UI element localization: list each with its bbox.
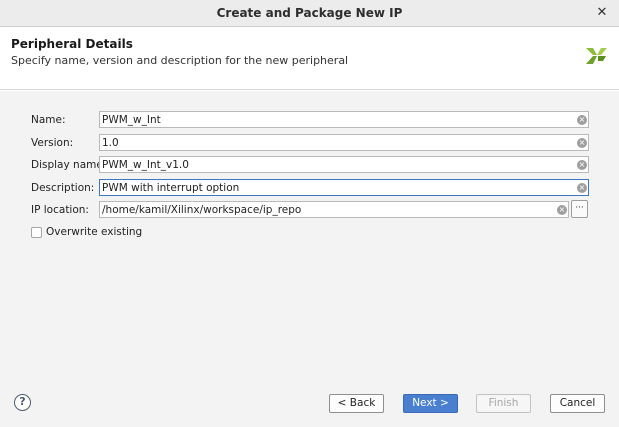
description-label: Description: — [31, 182, 95, 194]
finish-button: Finish — [476, 394, 531, 413]
version-field-box: × — [99, 134, 589, 151]
display-name-label: Display name: — [31, 159, 107, 171]
name-label: Name: — [31, 114, 66, 126]
page-title: Peripheral Details — [11, 37, 133, 51]
ip-location-label: IP location: — [31, 204, 89, 216]
description-row: Description: × — [0, 179, 619, 197]
description-field[interactable] — [102, 181, 572, 195]
name-field[interactable] — [102, 113, 572, 127]
title-bar: Create and Package New IP ✕ — [0, 0, 619, 27]
window-title: Create and Package New IP — [216, 6, 403, 20]
version-field[interactable] — [102, 136, 572, 150]
page-header: Peripheral Details Specify name, version… — [0, 27, 619, 90]
form-area: Name: × Version: × Display name: × Descr… — [0, 91, 619, 427]
cancel-button[interactable]: Cancel — [550, 394, 605, 413]
clear-version-icon[interactable]: × — [577, 138, 587, 148]
display-name-field[interactable] — [102, 158, 572, 172]
back-button[interactable]: < Back — [329, 394, 384, 413]
name-row: Name: × — [0, 111, 619, 129]
browse-button[interactable]: ··· — [571, 200, 588, 218]
clear-display-name-icon[interactable]: × — [577, 160, 587, 170]
close-icon[interactable]: ✕ — [594, 4, 610, 22]
version-row: Version: × — [0, 134, 619, 152]
description-field-box: × — [99, 179, 589, 196]
xilinx-logo-icon — [586, 48, 607, 64]
clear-ip-location-icon[interactable]: × — [557, 205, 567, 215]
page-subtitle: Specify name, version and description fo… — [11, 54, 349, 67]
clear-name-icon[interactable]: × — [577, 115, 587, 125]
display-name-row: Display name: × — [0, 156, 619, 174]
version-label: Version: — [31, 137, 74, 149]
help-icon[interactable]: ? — [14, 394, 31, 411]
ip-location-row: IP location: × ··· — [0, 200, 619, 219]
ip-location-field[interactable] — [102, 203, 554, 217]
overwrite-checkbox[interactable] — [31, 227, 42, 238]
next-button[interactable]: Next > — [403, 394, 458, 413]
display-name-field-box: × — [99, 156, 589, 173]
ip-location-field-box: × — [99, 201, 569, 218]
overwrite-label[interactable]: Overwrite existing — [46, 226, 142, 238]
clear-description-icon[interactable]: × — [577, 183, 587, 193]
name-field-box: × — [99, 111, 589, 128]
